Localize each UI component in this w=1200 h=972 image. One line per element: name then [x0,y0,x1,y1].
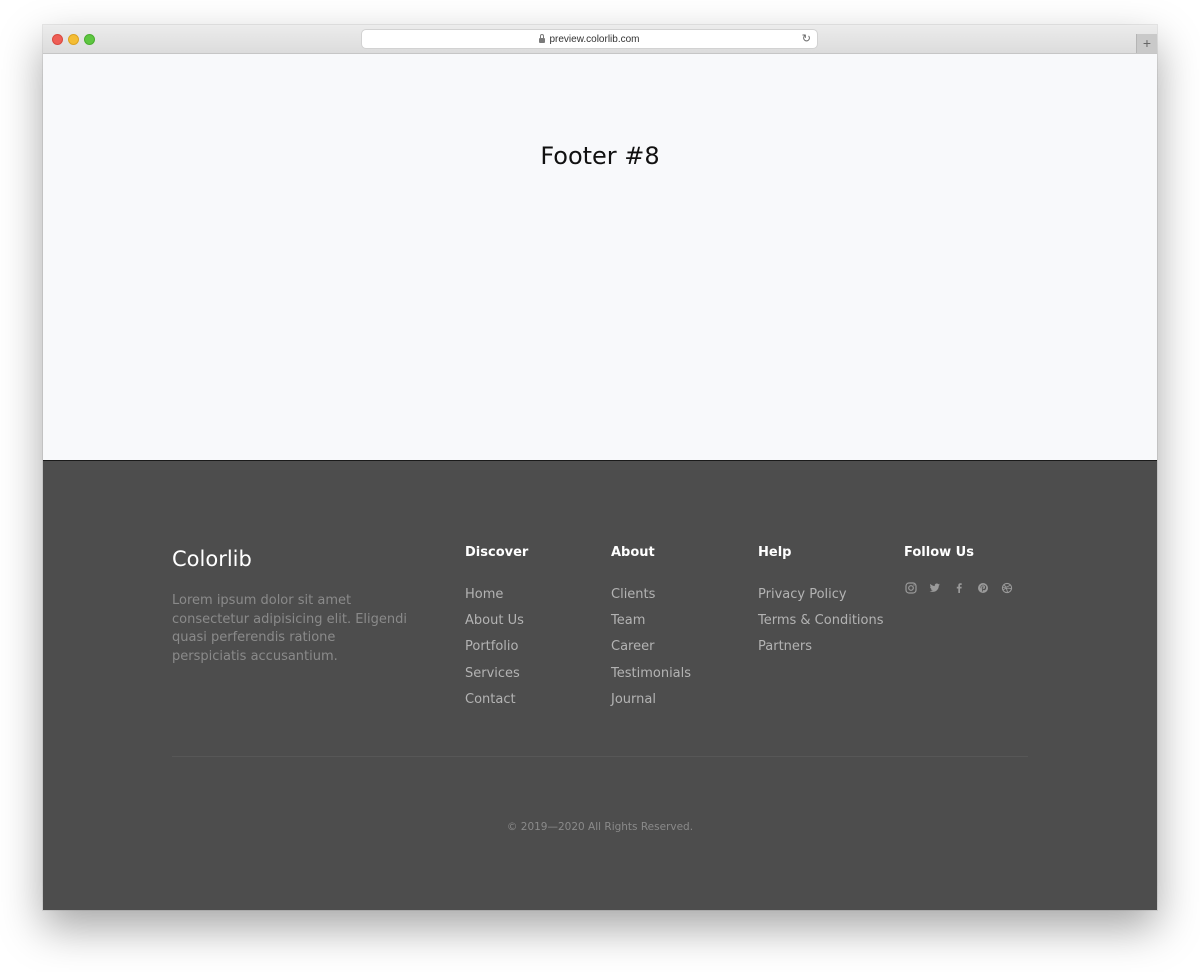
footer-link-privacy-policy[interactable]: Privacy Policy [758,582,884,608]
footer-link-journal[interactable]: Journal [611,687,691,713]
page-title: Footer #8 [540,142,660,170]
footer-link-home[interactable]: Home [465,582,528,608]
footer-link-partners[interactable]: Partners [758,634,884,660]
footer-divider [172,756,1028,757]
reload-icon[interactable]: ↻ [802,32,811,46]
footer-description: Lorem ipsum dolor sit amet consectetur a… [172,593,408,664]
address-bar[interactable]: preview.colorlib.com ↻ [362,30,817,48]
dribbble-icon[interactable] [1000,581,1014,595]
column-heading: Discover [465,545,529,560]
maximize-window-button[interactable] [84,34,95,45]
footer-link-portfolio[interactable]: Portfolio [465,634,528,660]
column-heading: Follow Us [904,545,974,560]
minimize-window-button[interactable] [68,34,79,45]
instagram-icon[interactable] [904,581,918,595]
twitter-icon[interactable] [928,581,942,595]
footer-link-contact[interactable]: Contact [465,687,528,713]
footer-link-career[interactable]: Career [611,634,691,660]
footer-link-terms-conditions[interactable]: Terms & Conditions [758,608,884,634]
browser-titlebar: preview.colorlib.com ↻ + [43,25,1157,54]
footer-column-follow: Follow Us [904,545,1014,595]
footer-link-clients[interactable]: Clients [611,582,691,608]
url-text: preview.colorlib.com [549,33,640,45]
footer-column-about: About Clients Team Career Testimonials J… [611,545,691,713]
hero-section: Footer #8 [43,54,1157,461]
social-icons [904,581,1014,595]
pinterest-icon[interactable] [976,581,990,595]
facebook-icon[interactable] [952,581,966,595]
copyright-text: © 2019—2020 All Rights Reserved. [506,821,694,833]
lock-icon [539,33,546,43]
new-tab-button[interactable]: + [1136,34,1157,53]
browser-window: preview.colorlib.com ↻ + Footer #8 Color… [43,25,1157,910]
site-footer: Colorlib Lorem ipsum dolor sit amet cons… [43,461,1157,910]
footer-column-discover: Discover Home About Us Portfolio Service… [465,545,528,713]
close-window-button[interactable] [52,34,63,45]
footer-link-services[interactable]: Services [465,661,528,687]
footer-brand[interactable]: Colorlib [172,547,252,571]
footer-column-help: Help Privacy Policy Terms & Conditions P… [758,545,884,661]
column-heading: About [611,545,655,560]
footer-link-testimonials[interactable]: Testimonials [611,661,691,687]
column-heading: Help [758,545,792,560]
footer-link-team[interactable]: Team [611,608,691,634]
footer-link-about-us[interactable]: About Us [465,608,528,634]
